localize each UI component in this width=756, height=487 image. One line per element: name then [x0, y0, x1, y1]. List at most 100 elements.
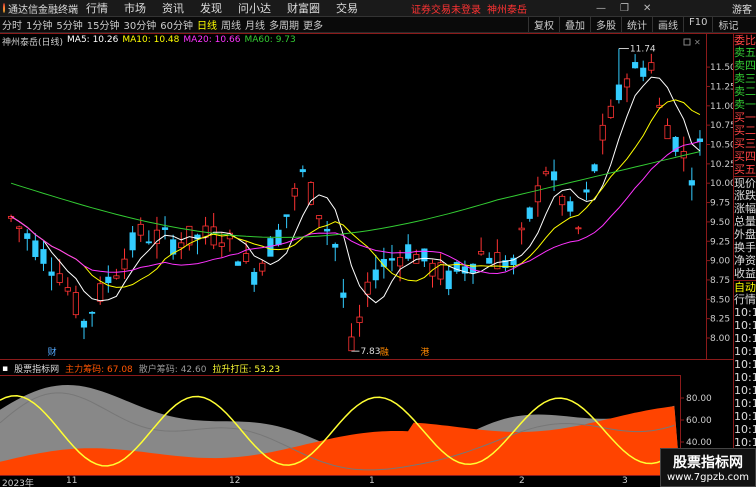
quote-panel-row[interactable]: 买一	[734, 111, 756, 124]
candle-body	[640, 67, 647, 77]
tool-button[interactable]: 叠加	[559, 17, 590, 32]
quote-panel-row[interactable]: 10:1	[734, 345, 756, 358]
period-tab[interactable]: 更多	[301, 21, 325, 32]
tool-button[interactable]: 标记	[712, 17, 743, 32]
event-marker[interactable]: 融	[380, 347, 389, 358]
menu-item[interactable]: 发现	[192, 0, 230, 16]
pull-press-label: 拉升打压: 53.23	[212, 365, 281, 375]
candle-body	[161, 227, 169, 230]
tool-button[interactable]: 画线	[652, 17, 683, 32]
quote-panel-row[interactable]: 涨幅	[734, 202, 756, 215]
candle-body	[372, 269, 379, 281]
candle-body	[421, 248, 428, 262]
quote-panel-row[interactable]: 买五	[734, 163, 756, 176]
candle-body	[688, 180, 695, 186]
period-tab[interactable]: 月线	[243, 21, 267, 32]
quote-panel-row[interactable]: 10:1	[734, 306, 756, 319]
quote-panel-row[interactable]: 净资	[734, 254, 756, 267]
candle-body	[567, 201, 574, 212]
price-tick-label: 9.75	[710, 199, 730, 209]
quote-panel-row[interactable]: 10:1	[734, 358, 756, 371]
candle-body	[405, 244, 412, 259]
indicator-chart[interactable]: 80.00 60.00 40.00	[0, 375, 733, 475]
watermark-title: 股票指标网	[673, 455, 743, 471]
watermark-url: www.7gpzb.com	[667, 472, 749, 483]
period-tab[interactable]: 日线	[195, 21, 219, 32]
tool-button[interactable]: 复权	[528, 17, 559, 32]
menu-item[interactable]: 交易	[328, 0, 366, 16]
quote-panel-row[interactable]: 涨跌	[734, 189, 756, 202]
tool-button[interactable]: 多股	[590, 17, 621, 32]
minimize-icon[interactable]: —	[596, 3, 606, 14]
time-label-dec: 12	[229, 476, 241, 486]
site-watermark: 股票指标网 www.7gpzb.com	[660, 448, 756, 487]
quote-panel-row[interactable]: 卖五	[734, 46, 756, 59]
period-tab[interactable]: 5分钟	[54, 21, 84, 32]
candle-body	[89, 311, 96, 314]
quote-panel-row[interactable]: 买二	[734, 124, 756, 137]
quote-panel-row[interactable]: 行情	[734, 293, 756, 306]
price-tick-label: 10.50	[710, 141, 733, 151]
menu-item[interactable]: 问小达	[230, 0, 279, 16]
quote-panel-row[interactable]: 10:1	[734, 371, 756, 384]
candle-body	[534, 185, 541, 203]
quote-panel-row[interactable]: 10:1	[734, 410, 756, 423]
app-logo-icon	[3, 3, 5, 13]
candle-body	[364, 281, 371, 295]
quote-panel-row[interactable]: 10:1	[734, 384, 756, 397]
current-stock-name: 神州泰岳	[487, 4, 527, 16]
quote-panel-row[interactable]: 收益	[734, 267, 756, 280]
indicator-menu-icon[interactable]: ▪	[2, 364, 8, 374]
candle-body	[291, 187, 298, 197]
event-marker[interactable]: 财	[48, 346, 57, 358]
guest-user[interactable]: 游客	[732, 1, 752, 16]
restore-icon[interactable]: ❐	[620, 3, 629, 14]
period-tab[interactable]: 多周期	[267, 21, 301, 32]
period-tab[interactable]: 周线	[219, 21, 243, 32]
tool-button[interactable]: F10	[683, 17, 712, 32]
time-label-feb: 2	[519, 476, 525, 486]
menu-item[interactable]: 资讯	[154, 0, 192, 16]
price-tick-label: 8.00	[710, 334, 730, 344]
period-tab[interactable]: 15分钟	[85, 21, 122, 32]
candle-body	[607, 105, 614, 118]
quote-panel-row[interactable]: 现价	[734, 176, 756, 190]
quote-panel-row[interactable]: 卖三	[734, 72, 756, 85]
event-marker[interactable]: 港	[420, 346, 429, 358]
quote-panel-row[interactable]: 卖一	[734, 98, 756, 111]
quote-panel-row[interactable]: 10:1	[734, 319, 756, 332]
price-tick-label: 8.25	[710, 315, 730, 325]
quote-panel-row[interactable]: 换手	[734, 241, 756, 254]
candle-body	[72, 292, 79, 316]
period-tab[interactable]: 60分钟	[158, 21, 195, 32]
quote-panel-row[interactable]: 10:1	[734, 332, 756, 345]
quote-panel-row[interactable]: 10:1	[734, 397, 756, 410]
close-icon[interactable]: ✕	[643, 3, 651, 14]
quote-panel-row[interactable]: 卖四	[734, 59, 756, 72]
time-label-nov: 11	[66, 476, 78, 486]
quote-panel-row[interactable]: 卖二	[734, 85, 756, 98]
quote-panel-row[interactable]: 外盘	[734, 228, 756, 241]
candle-body	[48, 271, 55, 276]
menu-item[interactable]: 财富圈	[279, 0, 328, 16]
quote-panel-row[interactable]: 买四	[734, 150, 756, 163]
quote-panel-row[interactable]: 10:1	[734, 423, 756, 436]
period-tab[interactable]: 1分钟	[24, 21, 54, 32]
price-tick-label: 10.25	[710, 160, 733, 170]
tool-button[interactable]: 统计	[621, 17, 652, 32]
login-notice[interactable]: 证券交易未登录 神州泰岳	[411, 1, 527, 16]
login-notice-text[interactable]: 证券交易未登录	[411, 5, 481, 16]
low-price-annotation: 7.83	[360, 347, 380, 357]
candlestick-chart[interactable]: 11.50 11.25 11.00 10.75 10.50 10.25 10.00 9.75 9…	[0, 33, 733, 360]
quote-panel-row[interactable]: 总量	[734, 215, 756, 228]
period-tab[interactable]: 30分钟	[121, 21, 158, 32]
chart-close-icon[interactable]: ✕	[694, 38, 701, 47]
menu-item[interactable]: 市场	[116, 0, 154, 16]
menu-item[interactable]: 行情	[78, 0, 116, 16]
quote-panel-row[interactable]: 委比	[734, 33, 756, 47]
indicator-name[interactable]: 股票指标网	[14, 362, 59, 375]
quote-panel-row[interactable]: 自动	[734, 280, 756, 294]
candle-body	[332, 243, 339, 248]
quote-panel-row[interactable]: 买三	[734, 137, 756, 150]
period-tab[interactable]: 分时	[0, 21, 24, 32]
